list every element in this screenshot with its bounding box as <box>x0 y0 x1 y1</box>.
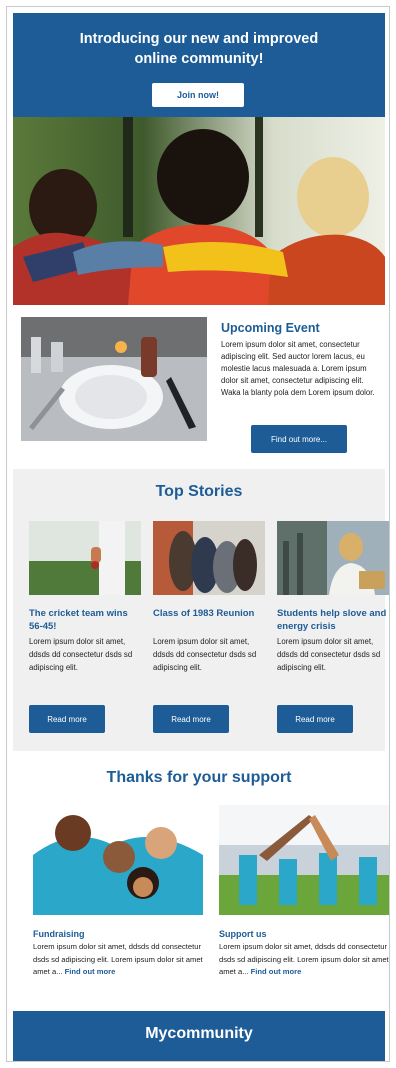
support-item-title: Fundraising <box>33 929 85 939</box>
hero-title: Introducing our new and improved online … <box>13 29 385 69</box>
top-stories-section: Top Stories The cricket team wins 56-45!… <box>13 469 389 751</box>
upcoming-event-section: Upcoming Event Lorem ipsum dolor sit ame… <box>13 311 385 463</box>
table-setting-photo <box>21 317 207 441</box>
join-now-button[interactable]: Join now! <box>152 83 244 107</box>
support-item-text: Lorem ipsum dolor sit amet, ddsds dd con… <box>219 941 389 979</box>
support-item-body: Lorem ipsum dolor sit amet, ddsds dd con… <box>33 942 203 976</box>
event-description: Lorem ipsum dolor sit amet, consectetur … <box>221 340 375 397</box>
hero-title-line-1: Introducing our new and improved <box>79 31 319 47</box>
story-title: The cricket team wins 56-45! <box>29 608 128 632</box>
story-text: Lorem ipsum dolor sit amet, ddsds dd con… <box>29 637 133 672</box>
story-card: The cricket team wins 56-45! Lorem ipsum… <box>29 521 141 741</box>
cricket-photo <box>29 521 141 595</box>
read-more-button[interactable]: Read more <box>277 705 353 733</box>
event-heading: Upcoming Event <box>221 321 320 335</box>
footer-brand: Mycommunity <box>145 1025 253 1042</box>
support-item-text: Lorem ipsum dolor sit amet, ddsds dd con… <box>33 941 205 979</box>
support-card: Fundraising Lorem ipsum dolor sit amet, … <box>33 805 203 1005</box>
support-card: Support us Lorem ipsum dolor sit amet, d… <box>219 805 389 1005</box>
student-photo <box>277 521 389 595</box>
hero-friends-photo <box>13 117 385 305</box>
hero-banner: Introducing our new and improved online … <box>13 13 385 305</box>
support-item-body: Lorem ipsum dolor sit amet, ddsds dd con… <box>219 942 389 976</box>
footer-bar: Mycommunity <box>13 1011 385 1061</box>
hero-title-line-2: online community! <box>134 51 264 67</box>
story-title: Class of 1983 Reunion <box>153 608 255 619</box>
story-card: Class of 1983 Reunion Lorem ipsum dolor … <box>153 521 265 741</box>
find-out-more-link[interactable]: Find out more <box>251 967 302 976</box>
read-more-button[interactable]: Read more <box>153 705 229 733</box>
find-out-more-button[interactable]: Find out more... <box>251 425 347 453</box>
story-title: Students help slove and energy crisis <box>277 608 387 632</box>
top-stories-title: Top Stories <box>155 483 243 500</box>
reunion-photo <box>153 521 265 595</box>
support-item-title: Support us <box>219 929 267 939</box>
story-text: Lorem ipsum dolor sit amet, ddsds dd con… <box>153 637 257 672</box>
find-out-more-link[interactable]: Find out more <box>65 967 116 976</box>
support-title: Thanks for your support <box>106 769 292 786</box>
read-more-button[interactable]: Read more <box>29 705 105 733</box>
team-highfive-photo <box>219 805 389 915</box>
story-card: Students help slove and energy crisis Lo… <box>277 521 389 741</box>
support-section: Thanks for your support Fundraising Lore… <box>13 757 389 1007</box>
story-text: Lorem ipsum dolor sit amet, ddsds dd con… <box>277 637 381 672</box>
volunteers-photo <box>33 805 203 915</box>
email-frame: Introducing our new and improved online … <box>6 6 390 1062</box>
